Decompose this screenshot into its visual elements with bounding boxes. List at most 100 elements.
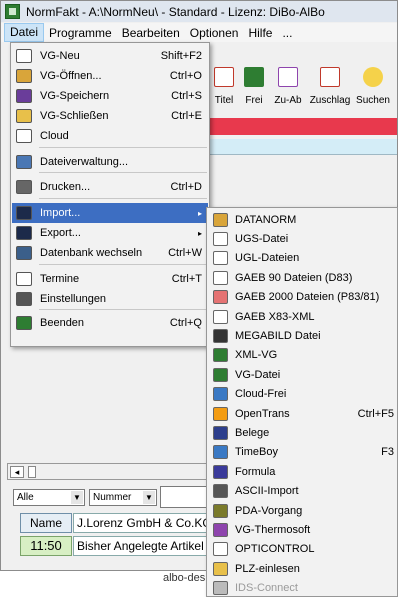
toolbar: Titel Frei Zu-Ab Zuschlag Suchen [209, 63, 397, 115]
open-folder-icon [16, 69, 32, 83]
menu-optionen[interactable]: Optionen [185, 26, 244, 40]
menu-separator [39, 172, 207, 173]
toolbar-button-zuschlag[interactable]: Zuschlag [307, 63, 353, 115]
menu-item-settings[interactable]: Einstellungen [12, 289, 208, 309]
menu-item-save[interactable]: VG-Speichern Ctrl+S [12, 86, 208, 106]
menu-bearbeiten[interactable]: Bearbeiten [117, 26, 185, 40]
toolbar-button-zu-ab[interactable]: Zu-Ab [269, 63, 307, 115]
menu-more[interactable]: ... [277, 26, 297, 40]
title-bar[interactable]: NormFakt - A:\NormNeu\ - Standard - Lize… [1, 1, 397, 22]
name-button[interactable]: Name [20, 513, 72, 533]
submenu-item-label: XML-VG [235, 349, 278, 362]
menu-item-export[interactable]: Export... ▸ [12, 223, 208, 243]
cloud-icon [213, 387, 228, 402]
ugl-icon [213, 251, 228, 266]
menu-item-label: Cloud [40, 130, 69, 142]
submenu-item-label: DATANORM [235, 213, 297, 226]
horizontal-scrollbar[interactable]: ◂ [7, 463, 207, 480]
belege-icon [213, 425, 228, 440]
menu-item-label: VG-Neu [40, 50, 80, 62]
import-submenu: DATANORM UGS-Datei UGL-Dateien GAEB 90 Date… [206, 207, 398, 597]
vg-file-icon [213, 367, 228, 382]
menu-item-table[interactable]: Dateiverwaltung... [12, 152, 208, 172]
menu-item-cloud[interactable]: Cloud [12, 126, 208, 146]
submenu-item-label: VG-Thermosoft [235, 523, 311, 536]
menu-hilfe[interactable]: Hilfe [243, 26, 277, 40]
name-field[interactable]: J.Lorenz GmbH & Co.KG [73, 513, 209, 533]
scroll-thumb[interactable] [28, 466, 36, 478]
submenu-item-xml-vg[interactable]: XML-VG [208, 346, 398, 365]
menu-item-printer[interactable]: Drucken... Ctrl+D [12, 177, 208, 197]
submenu-item-label: Formula [235, 465, 276, 478]
submenu-item-datanorm[interactable]: DATANORM [208, 210, 398, 229]
submenu-item-cloud[interactable]: Cloud-Frei [208, 385, 398, 404]
submenu-item-thermosoft[interactable]: VG-Thermosoft [208, 520, 398, 539]
toolbar-button-suchen[interactable]: Suchen [353, 63, 393, 115]
status-footer: albo-des [163, 572, 206, 584]
filter-select-all[interactable]: Alle ▼ [13, 488, 85, 506]
menu-separator [39, 147, 207, 148]
menu-item-folder[interactable]: VG-Schließen Ctrl+E [12, 106, 208, 126]
submenu-item-pda[interactable]: PDA-Vorgang [208, 501, 398, 520]
calendar-icon [214, 67, 234, 87]
submenu-item-clock[interactable]: OPTICONTROL [208, 540, 398, 559]
submenu-item-camera[interactable]: MEGABILD Datei [208, 326, 398, 345]
toolbar-button-frei[interactable]: Frei [239, 63, 269, 115]
menu-item-clock[interactable]: Termine Ctrl+T [12, 269, 208, 289]
search-icon [363, 67, 383, 87]
search-input[interactable] [160, 486, 210, 508]
submenu-item-formula[interactable]: Formula [208, 462, 398, 481]
submenu-item-label: GAEB 2000 Dateien (P83/81) [235, 291, 380, 304]
pda-icon [213, 503, 228, 518]
submenu-item-xml[interactable]: GAEB X83-XML [208, 307, 398, 326]
menu-item-shortcut: Ctrl+Q [169, 317, 202, 329]
submenu-item-vg-file[interactable]: VG-Datei [208, 365, 398, 384]
menu-item-exit[interactable]: Beenden Ctrl+Q [12, 313, 208, 333]
app-logo-icon [5, 4, 20, 19]
menu-item-label: Dateiverwaltung... [40, 156, 129, 168]
toolbar-label: Frei [245, 95, 263, 106]
submenu-item-gaeb2000[interactable]: GAEB 2000 Dateien (P83/81) [208, 288, 398, 307]
submenu-item-ugs[interactable]: UGS-Datei [208, 229, 398, 248]
table-icon [16, 155, 32, 169]
submenu-item-label: OPTICONTROL [235, 543, 315, 556]
submenu-item-plz[interactable]: PLZ-einlesen [208, 559, 398, 578]
menu-bar: Datei Programme Bearbeiten Optionen Hilf… [1, 23, 397, 42]
menu-item-shortcut: Ctrl+W [168, 247, 202, 259]
submenu-item-label: Belege [235, 426, 270, 439]
menu-programme[interactable]: Programme [44, 26, 117, 40]
percent-icon [320, 67, 340, 87]
menu-item-shortcut: Ctrl+O [169, 70, 202, 82]
scroll-left-icon[interactable]: ◂ [10, 466, 24, 478]
toolbar-button-titel[interactable]: Titel [209, 63, 239, 115]
submenu-item-label: VG-Datei [235, 368, 281, 381]
gaeb2000-icon [213, 290, 228, 305]
submenu-item-timeboy[interactable]: TimeBoy F3 [208, 443, 398, 462]
submenu-item-ascii[interactable]: ASCII-Import [208, 482, 398, 501]
menu-separator [39, 264, 207, 265]
filter-select-number[interactable]: Nummer ▼ [89, 488, 157, 506]
new-doc-icon [16, 49, 32, 63]
menu-datei[interactable]: Datei [4, 23, 45, 42]
submenu-item-ids: IDS-Connect [208, 579, 398, 597]
menu-item-database-switch[interactable]: Datenbank wechseln Ctrl+W [12, 243, 208, 263]
submenu-item-ugl[interactable]: UGL-Dateien [208, 249, 398, 268]
menu-item-shortcut: Ctrl+T [171, 273, 202, 285]
menu-item-label: VG-Öffnen... [40, 70, 102, 82]
menu-item-open-folder[interactable]: VG-Öffnen... Ctrl+O [12, 66, 208, 86]
window-title: NormFakt - A:\NormNeu\ - Standard - Lize… [26, 4, 325, 19]
menu-item-label: Export... [40, 227, 81, 239]
plusminus-icon [278, 67, 298, 87]
submenu-item-gaeb90[interactable]: GAEB 90 Dateien (D83) [208, 268, 398, 287]
menu-item-shortcut: Shift+F2 [160, 50, 202, 62]
menu-item-new-doc[interactable]: VG-Neu Shift+F2 [12, 46, 208, 66]
menu-item-label: Datenbank wechseln [40, 247, 143, 259]
submenu-item-label: ASCII-Import [235, 485, 299, 498]
submenu-item-belege[interactable]: Belege [208, 423, 398, 442]
ascii-icon [213, 484, 228, 499]
opentrans-icon [213, 406, 228, 421]
submenu-item-opentrans[interactable]: OpenTrans Ctrl+F5 [208, 404, 398, 423]
time-display: 11:50 [20, 536, 72, 556]
clock-icon [213, 542, 228, 557]
menu-item-import[interactable]: Import... ▸ [12, 203, 208, 223]
